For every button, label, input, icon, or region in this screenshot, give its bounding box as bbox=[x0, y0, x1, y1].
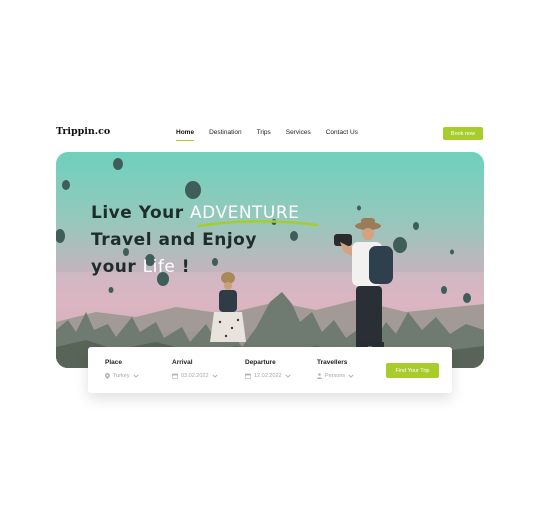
headline-underline-swoosh bbox=[197, 219, 319, 228]
book-now-button[interactable]: Book now bbox=[443, 127, 483, 140]
arrival-date-picker[interactable]: 03.02.2022 bbox=[172, 373, 218, 379]
nav-item-contact-us[interactable]: Contact Us bbox=[326, 129, 358, 136]
headline-highlight-life: Life bbox=[142, 257, 176, 277]
chevron-down-icon bbox=[284, 374, 291, 378]
trip-search-card: Place Turkey Arrival 03.02.2022 Departur… bbox=[88, 347, 452, 393]
departure-field: Departure 12.02.2022 bbox=[245, 359, 291, 379]
headline-line-3: your Life ! bbox=[91, 254, 299, 281]
headline-text: Live Your bbox=[91, 203, 191, 223]
travellers-field: Travellers Persons bbox=[317, 359, 354, 379]
place-select[interactable]: Turkey bbox=[105, 373, 139, 379]
nav-item-home[interactable]: Home bbox=[176, 129, 195, 141]
travellers-value: Persons bbox=[325, 373, 346, 379]
place-label: Place bbox=[105, 359, 122, 366]
chevron-down-icon bbox=[211, 374, 218, 378]
departure-value: 12.02.2022 bbox=[254, 373, 282, 379]
place-field: Place Turkey bbox=[105, 359, 139, 379]
calendar-icon bbox=[172, 373, 178, 379]
chevron-down-icon bbox=[348, 374, 354, 378]
arrival-value: 03.02.2022 bbox=[181, 373, 209, 379]
brand-logo[interactable]: Trippin.co bbox=[56, 126, 110, 137]
departure-date-picker[interactable]: 12.02.2022 bbox=[245, 373, 291, 379]
headline-line-2: Travel and Enjoy bbox=[91, 230, 257, 250]
travellers-select[interactable]: Persons bbox=[317, 373, 354, 379]
nav-item-services[interactable]: Services bbox=[286, 129, 311, 136]
find-your-trip-button[interactable]: Find Your Trip bbox=[386, 363, 439, 378]
calendar-icon bbox=[245, 373, 251, 379]
travellers-label: Travellers bbox=[317, 359, 348, 366]
arrival-label: Arrival bbox=[172, 359, 193, 366]
main-nav: Home Destination Trips Services Contact … bbox=[176, 129, 373, 141]
hero-headline: Live Your ADVENTURE Travel and Enjoy you… bbox=[91, 200, 299, 281]
departure-label: Departure bbox=[245, 359, 276, 366]
headline-text: your bbox=[91, 257, 143, 277]
headline-text: ! bbox=[175, 257, 190, 277]
nav-item-destination[interactable]: Destination bbox=[209, 129, 242, 136]
chevron-down-icon bbox=[133, 374, 139, 378]
location-pin-icon bbox=[105, 373, 110, 379]
landing-page: Trippin.co Home Destination Trips Servic… bbox=[0, 0, 540, 525]
arrival-field: Arrival 03.02.2022 bbox=[172, 359, 218, 379]
person-icon bbox=[317, 373, 322, 379]
place-value: Turkey bbox=[113, 373, 130, 379]
nav-item-trips[interactable]: Trips bbox=[257, 129, 271, 136]
